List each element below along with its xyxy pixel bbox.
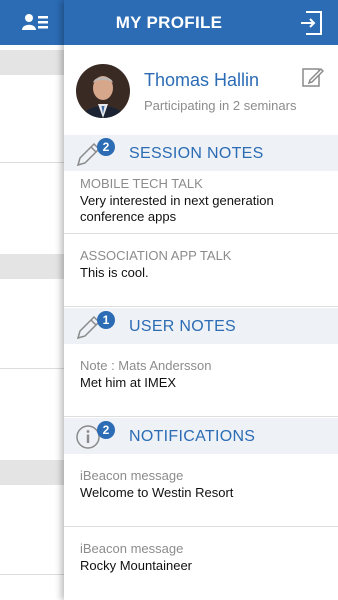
notification-text: Rocky Mountaineer bbox=[80, 558, 192, 573]
note-item[interactable]: Note : Mats Andersson Met him at IMEX bbox=[64, 344, 338, 417]
section-title: SESSION NOTES bbox=[129, 145, 264, 162]
section-session-notes: 2 SESSION NOTES bbox=[64, 135, 338, 171]
section-title: USER NOTES bbox=[129, 318, 237, 335]
notification-item[interactable]: iBeacon message Welcome to Westin Resort bbox=[64, 454, 338, 527]
page-title: MY PROFILE bbox=[115, 13, 223, 32]
top-bar: MY PROFILE bbox=[64, 0, 338, 45]
background-app bbox=[0, 0, 64, 600]
edit-icon[interactable] bbox=[302, 66, 325, 88]
profile-subtitle: Participating in 2 seminars bbox=[144, 98, 297, 113]
count-badge: 1 bbox=[97, 311, 115, 329]
profile-drawer: MY PROFILE Thomas Hallin Participating i… bbox=[64, 0, 338, 600]
logout-icon[interactable] bbox=[300, 11, 322, 35]
avatar bbox=[76, 64, 130, 118]
section-user-notes: 1 USER NOTES bbox=[64, 308, 338, 344]
background-divider bbox=[0, 574, 64, 575]
notification-label: iBeacon message bbox=[80, 541, 184, 556]
note-item[interactable]: ASSOCIATION APP TALK This is cool. bbox=[64, 234, 338, 307]
count-badge: 2 bbox=[97, 138, 115, 156]
background-band bbox=[0, 254, 64, 279]
note-text: Met him at IMEX bbox=[80, 375, 177, 390]
count-badge: 2 bbox=[97, 421, 115, 439]
background-header bbox=[0, 0, 64, 45]
note-text: This is cool. bbox=[80, 265, 149, 280]
note-label: MOBILE TECH TALK bbox=[80, 176, 203, 191]
background-band bbox=[0, 50, 64, 75]
profile-card: Thomas Hallin Participating in 2 seminar… bbox=[64, 45, 338, 135]
background-divider bbox=[0, 162, 64, 163]
note-label: ASSOCIATION APP TALK bbox=[80, 248, 232, 263]
profile-name: Thomas Hallin bbox=[144, 70, 260, 90]
contacts-menu-icon[interactable] bbox=[22, 13, 48, 31]
note-text: Very interested in next generation confe… bbox=[80, 193, 274, 224]
background-band bbox=[0, 460, 64, 485]
section-notifications: 2 NOTIFICATIONS bbox=[64, 418, 338, 454]
section-title: NOTIFICATIONS bbox=[129, 428, 256, 445]
note-item[interactable]: MOBILE TECH TALK Very interested in next… bbox=[64, 171, 338, 234]
note-label: Note : Mats Andersson bbox=[80, 358, 212, 373]
notification-item[interactable]: iBeacon message Rocky Mountaineer bbox=[64, 527, 338, 600]
notification-text: Welcome to Westin Resort bbox=[80, 485, 234, 500]
notification-label: iBeacon message bbox=[80, 468, 184, 483]
background-divider bbox=[0, 368, 64, 369]
